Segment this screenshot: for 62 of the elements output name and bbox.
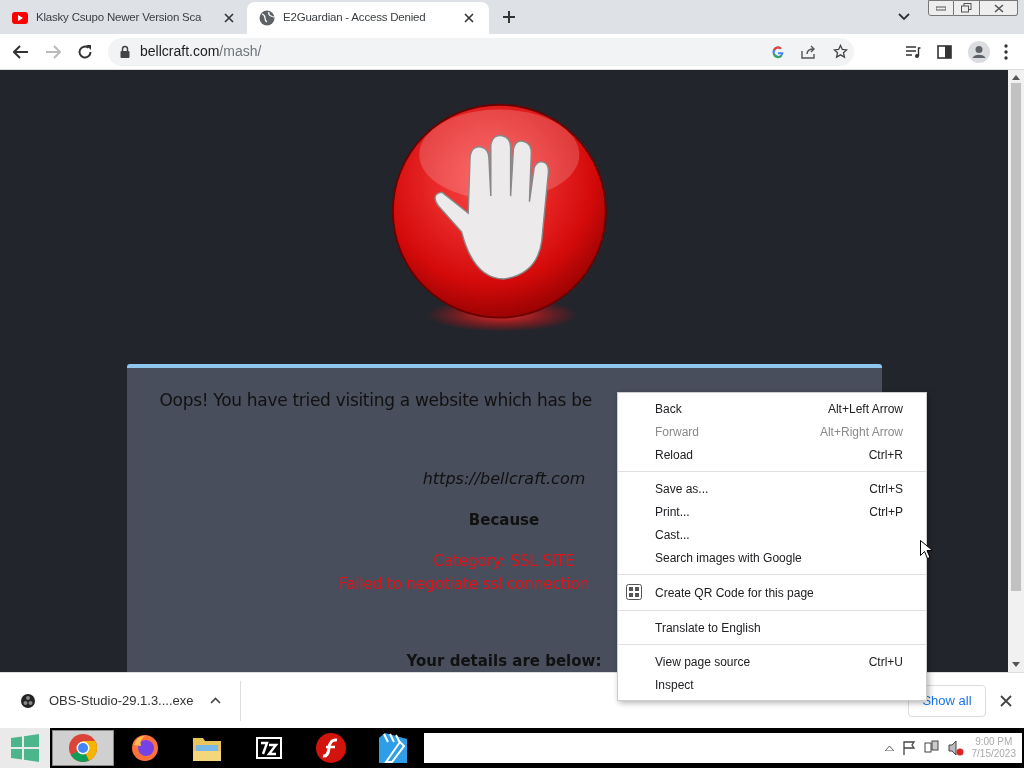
network-icon[interactable] (923, 740, 940, 756)
scroll-up-icon[interactable] (1012, 74, 1020, 80)
address-bar[interactable]: bellcraft.com/mash/ (108, 37, 854, 66)
chevron-down-icon (898, 13, 910, 21)
flash-player-icon (315, 732, 347, 764)
url-text: bellcraft.com/mash/ (140, 42, 262, 61)
chevron-up-icon (210, 697, 222, 704)
browser-tab[interactable]: Klasky Csupo Newer Version Sca (0, 2, 245, 34)
because-label: Because (468, 510, 540, 531)
tray-arrow-icon[interactable] (884, 745, 894, 751)
lock-icon (120, 45, 130, 58)
menu-item[interactable]: Create QR Code for this page (618, 580, 926, 605)
media-queue-icon[interactable] (905, 44, 921, 59)
reload-icon (77, 43, 93, 60)
restore-icon (961, 3, 972, 13)
archive-icon (254, 735, 284, 761)
download-file-name[interactable]: OBS-Studio-29.1.3....exe (49, 690, 194, 711)
menu-item[interactable]: Cast... (618, 523, 926, 546)
start-button-icon[interactable] (11, 734, 39, 762)
menu-item[interactable]: Reload Ctrl+R (618, 443, 926, 466)
muted-speaker-icon[interactable] (947, 740, 964, 756)
scroll-down-icon[interactable] (1012, 662, 1020, 668)
scrollbar[interactable] (1008, 70, 1024, 672)
menu-item[interactable]: View page source Ctrl+U (618, 650, 926, 673)
star-icon[interactable] (833, 44, 848, 59)
close-icon (993, 3, 1004, 13)
firefox-icon (130, 733, 160, 763)
blocked-url: https://bellcraft.com (422, 468, 586, 490)
chrome-icon (68, 733, 98, 763)
plus-icon (502, 10, 516, 24)
scroll-thumb[interactable] (1011, 83, 1021, 591)
reason-text: Category: SSL SITE (433, 550, 575, 572)
details-heading: Your details are below: (406, 650, 602, 672)
menu-item[interactable]: Print... Ctrl+P (618, 500, 926, 523)
profile-avatar-icon[interactable] (968, 40, 990, 63)
menu-icon[interactable] (1004, 43, 1008, 60)
menu-item[interactable]: Translate to English (618, 616, 926, 639)
restore-button[interactable] (954, 0, 980, 16)
minimize-icon (936, 5, 946, 11)
close-icon (1000, 694, 1012, 707)
menu-item[interactable]: Back Alt+Left Arrow (618, 397, 926, 420)
video-editor-icon (378, 732, 408, 764)
forward-arrow-icon (45, 44, 61, 59)
flag-icon[interactable] (901, 741, 916, 755)
close-icon (464, 13, 474, 23)
side-panel-icon[interactable] (937, 44, 952, 59)
video-play-icon (12, 12, 28, 24)
google-icon[interactable] (771, 44, 785, 59)
clock-time: 9:00 PM (975, 736, 1013, 748)
reason-text: Failed to negotiate ssl connection (338, 573, 590, 595)
minimize-button[interactable] (928, 0, 954, 16)
obs-logo-icon (21, 693, 35, 708)
clock-date: 7/15/2023 (971, 748, 1016, 760)
globe-icon (259, 10, 275, 26)
menu-item[interactable]: Save as... Ctrl+S (618, 477, 926, 500)
back-arrow-icon (13, 44, 29, 59)
close-button[interactable] (980, 0, 1018, 16)
share-icon[interactable] (801, 44, 817, 59)
browser-tab[interactable]: E2Guardian - Access Denied (247, 2, 489, 34)
heading-text: Oops! You have tried visiting a website which has be (159, 388, 592, 412)
qr-code-icon (626, 584, 642, 600)
close-icon (224, 13, 234, 23)
